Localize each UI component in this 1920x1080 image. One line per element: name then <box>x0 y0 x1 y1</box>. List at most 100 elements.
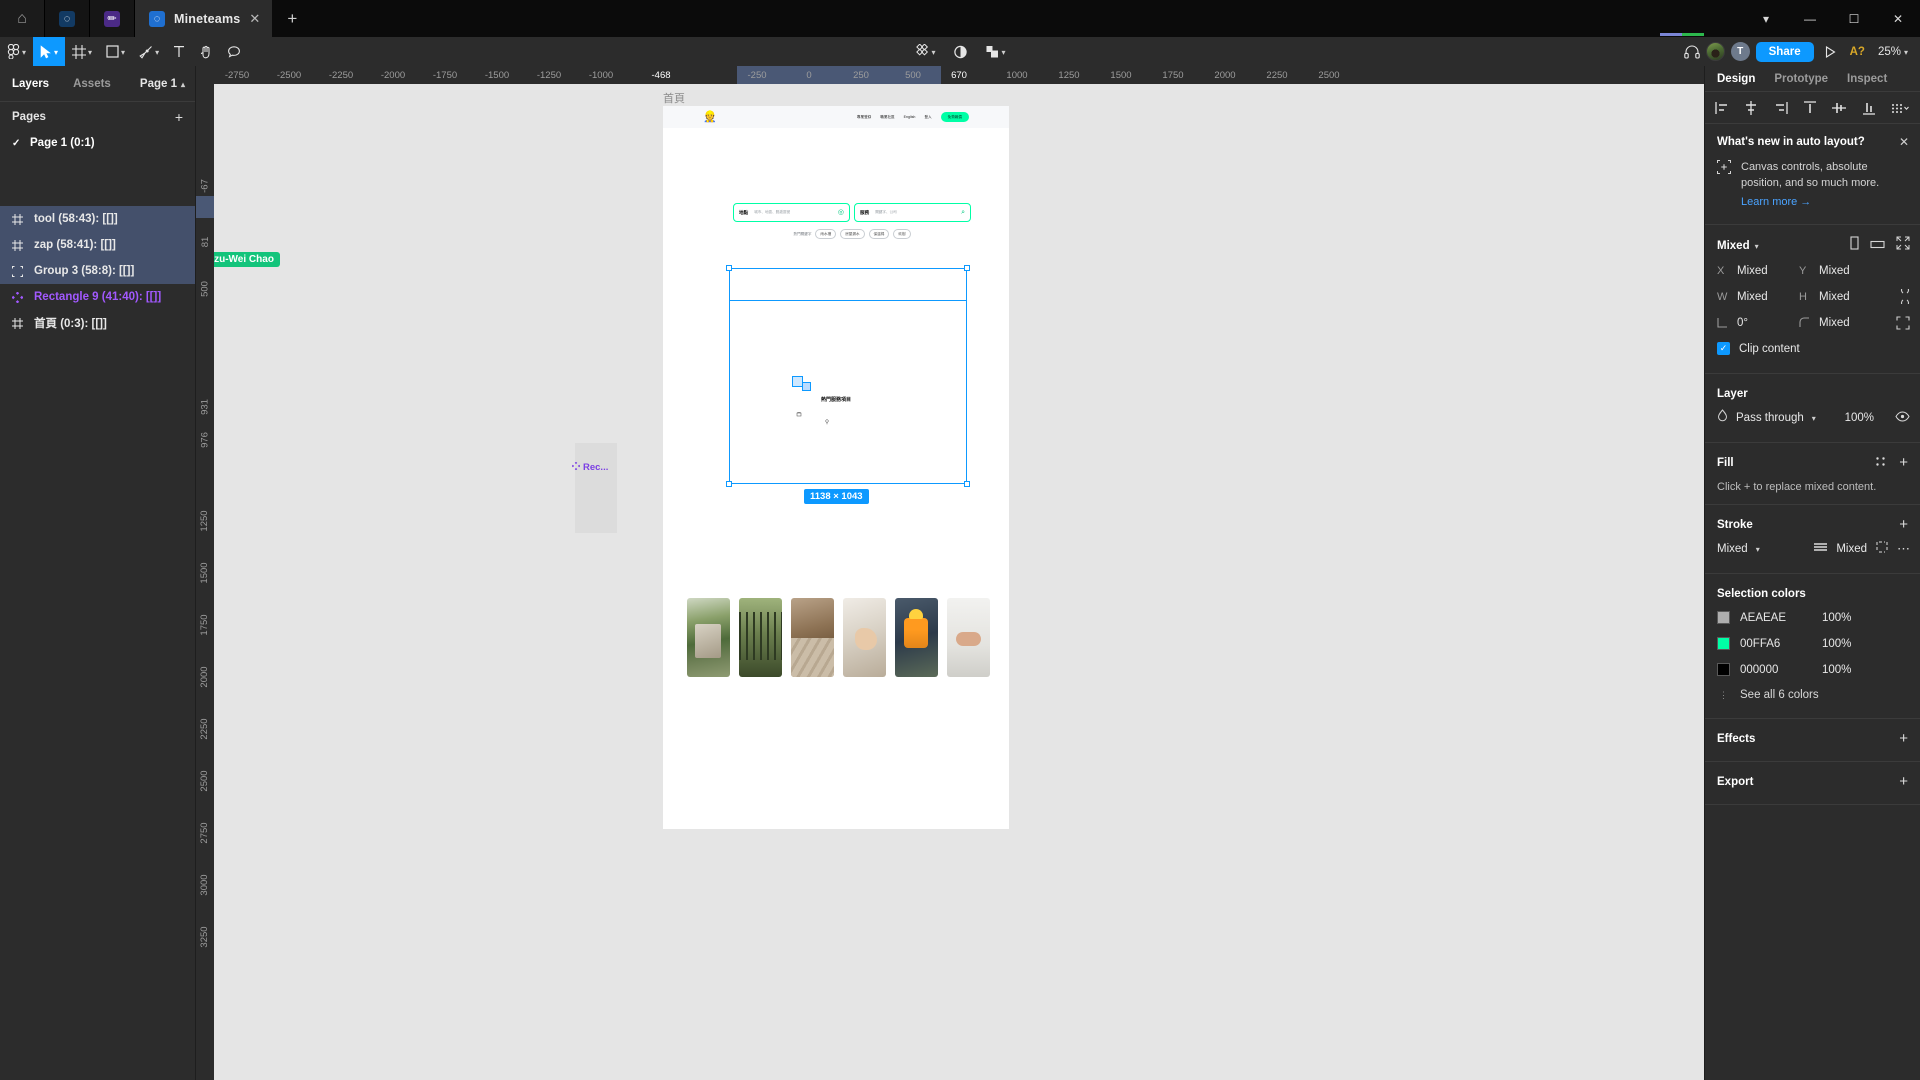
page-list-item[interactable]: ✓ Page 1 (0:1) <box>0 132 195 154</box>
resize-handle-tr[interactable] <box>964 265 970 271</box>
align-top-icon[interactable] <box>1803 100 1817 115</box>
chevron-down-icon[interactable]: ▾ <box>1812 414 1816 423</box>
corner-radius-value[interactable]: Mixed <box>1819 317 1850 329</box>
eye-icon[interactable] <box>1895 409 1910 427</box>
selection-color-row[interactable]: 00FFA6 100% <box>1705 631 1920 657</box>
tool-move[interactable]: ▾ <box>33 37 66 66</box>
horizontal-ruler[interactable]: -2750 -2500 -2250 -2000 -1750 -1500 -125… <box>196 66 1704 84</box>
new-tab-button[interactable]: + <box>272 0 313 37</box>
artboard-home[interactable]: 👷 專業登錄 職業社區 English 登入 免費報價 地點 城市、地區、郵遞區… <box>663 106 1009 829</box>
close-icon[interactable]: ✕ <box>249 12 260 25</box>
selection-color-row[interactable]: 000000 100% <box>1705 657 1920 683</box>
align-right-icon[interactable] <box>1774 101 1788 115</box>
tab-layers[interactable]: Layers <box>12 78 49 90</box>
stroke-weight-value[interactable]: Mixed <box>1836 543 1867 555</box>
layer-row[interactable]: Group 3 (58:8): [[]] <box>0 258 195 284</box>
tool-plugins[interactable]: ▾ <box>979 37 1013 66</box>
tab-prototype[interactable]: Prototype <box>1774 73 1828 85</box>
location-pin-icon[interactable]: ◎ <box>838 209 844 216</box>
plus-icon[interactable]: + <box>1899 455 1908 470</box>
tool-dev-mode[interactable] <box>947 37 975 66</box>
nested-selection-2[interactable] <box>802 382 811 391</box>
checkbox-checked-icon[interactable]: ✓ <box>1717 342 1730 356</box>
align-bottom-icon[interactable] <box>1862 101 1876 115</box>
x-value[interactable]: Mixed <box>1737 265 1768 277</box>
rectangle-9-shape[interactable] <box>575 443 617 533</box>
plus-icon[interactable]: + <box>175 109 183 125</box>
nav-link-login[interactable]: 登入 <box>924 115 931 120</box>
hot-tag[interactable]: 房屋漏水 <box>840 229 865 239</box>
layer-row[interactable]: 首頁 (0:3): [[]] <box>0 310 195 336</box>
align-horizontal-center-icon[interactable] <box>1744 100 1758 115</box>
house-garden-photo[interactable] <box>687 598 730 677</box>
stroke-value[interactable]: Mixed <box>1717 543 1748 555</box>
rectangle-9-label[interactable]: Rec... <box>571 461 608 473</box>
style-icon[interactable] <box>1875 454 1886 472</box>
blend-mode-value[interactable]: Pass through <box>1736 412 1804 424</box>
collapse-icon[interactable] <box>1896 236 1910 255</box>
independent-corners-icon[interactable] <box>1896 316 1910 330</box>
selection-color-row[interactable]: AEAEAE 100% <box>1705 605 1920 631</box>
tool-actions[interactable]: ▾ <box>907 37 942 66</box>
nav-link-community[interactable]: 職業社區 <box>880 115 894 120</box>
tab-assets[interactable]: Assets <box>73 78 111 90</box>
tool-comment[interactable] <box>220 37 248 66</box>
tool-frame[interactable]: ▾ <box>65 37 99 66</box>
align-left-icon[interactable] <box>1715 101 1729 115</box>
chevron-down-icon[interactable]: ▾ <box>1755 242 1759 251</box>
layer-row[interactable]: Rectangle 9 (41:40): [[]] <box>0 284 195 310</box>
home-button[interactable]: ⌂ <box>0 0 45 37</box>
resize-handle-tl[interactable] <box>726 265 732 271</box>
resize-handle-br[interactable] <box>964 481 970 487</box>
close-icon[interactable]: ✕ <box>1899 135 1909 149</box>
learn-more-link[interactable]: Learn more → <box>1741 196 1811 208</box>
w-value[interactable]: Mixed <box>1737 291 1768 303</box>
rotation-value[interactable]: 0° <box>1737 317 1748 329</box>
vertical-ruler[interactable]: -67 81 500 931 976 1250 1500 1750 2000 2… <box>196 66 214 1080</box>
avatar[interactable] <box>1705 42 1725 61</box>
recent-file-button-2[interactable]: ✏ <box>90 0 135 37</box>
horizontal-resize-icon[interactable] <box>1870 237 1885 255</box>
tool-text[interactable] <box>166 37 192 66</box>
plumbing-hand-photo[interactable] <box>947 598 990 677</box>
page-selector[interactable]: Page 1 ▴ <box>140 78 185 90</box>
align-vertical-center-icon[interactable] <box>1832 101 1847 115</box>
tool-pen[interactable]: ▾ <box>132 37 166 66</box>
status-badge[interactable]: A? <box>1847 46 1868 58</box>
layer-row[interactable]: zap (58:41): [[]] <box>0 232 195 258</box>
h-value[interactable]: Mixed <box>1819 291 1850 303</box>
tool-menu[interactable]: ▾ <box>0 37 33 66</box>
recent-file-button-1[interactable]: ◌ <box>45 0 90 37</box>
clip-content-row[interactable]: ✓ Clip content <box>1705 336 1920 362</box>
painting-hand-photo[interactable] <box>843 598 886 677</box>
worker-roof-photo[interactable] <box>895 598 938 677</box>
share-button[interactable]: Share <box>1755 41 1814 62</box>
tab-inspect[interactable]: Inspect <box>1847 73 1887 85</box>
file-tab[interactable]: ◌ Mineteams ✕ <box>135 0 273 37</box>
plus-icon[interactable]: + <box>1899 731 1908 746</box>
maximize-icon[interactable]: ☐ <box>1832 0 1876 37</box>
chevron-down-icon[interactable]: ▾ <box>1744 0 1788 37</box>
plus-icon[interactable]: + <box>1899 517 1908 532</box>
zoom-level-control[interactable]: 25% ▾ <box>1874 46 1912 58</box>
size-preset-label[interactable]: Mixed <box>1717 240 1750 252</box>
tool-hand[interactable] <box>192 37 220 66</box>
nav-cta-free-quote[interactable]: 免費報價 <box>940 112 969 122</box>
color-swatch[interactable] <box>1717 611 1730 625</box>
paving-stone-photo[interactable] <box>791 598 834 677</box>
nav-link-pro-register[interactable]: 專業登錄 <box>857 115 871 120</box>
more-align-icon[interactable] <box>1891 101 1910 115</box>
tab-design[interactable]: Design <box>1717 73 1755 85</box>
proportion-lock-icon[interactable] <box>1900 289 1910 305</box>
resize-handle-bl[interactable] <box>726 481 732 487</box>
stroke-style-icon[interactable] <box>1814 540 1828 558</box>
present-button[interactable] <box>1820 45 1841 58</box>
plus-icon[interactable]: + <box>1899 774 1908 789</box>
ellipsis-icon[interactable]: ⋯ <box>1897 542 1910 555</box>
close-icon[interactable]: ✕ <box>1876 0 1920 37</box>
hot-tag[interactable]: 雨水槽 <box>815 229 837 239</box>
service-search-field[interactable]: 服務 關鍵字、公司 ⌕ <box>854 203 971 222</box>
green-fence-photo[interactable] <box>739 598 782 677</box>
canvas-area[interactable]: 首頁 👷 專業登錄 職業社區 English 登入 免費報價 地點 城市、地區、… <box>196 66 1704 1080</box>
hot-tag[interactable]: 砍樹 <box>893 229 911 239</box>
